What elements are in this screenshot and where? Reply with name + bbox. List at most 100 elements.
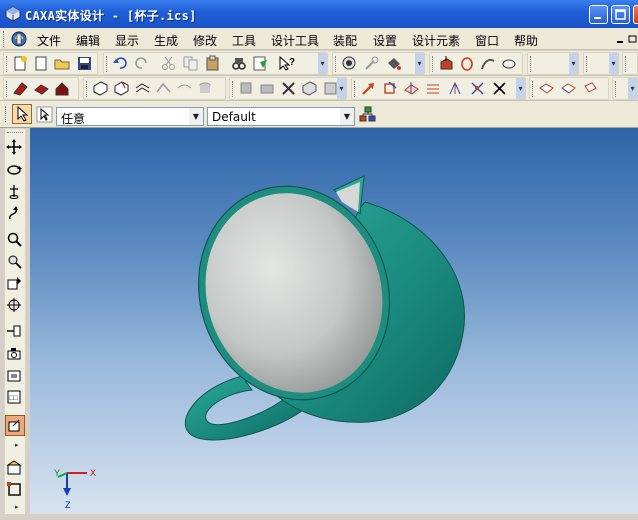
design-viewport[interactable]: Y X Z <box>30 128 638 516</box>
chevron-down-icon[interactable]: ▼ <box>340 108 354 125</box>
toolbar-grip[interactable] <box>232 81 235 97</box>
menu-design-tools[interactable]: 设计工具 <box>271 32 319 49</box>
wedge-solid-icon[interactable] <box>12 80 29 97</box>
menu-help[interactable]: 帮助 <box>514 32 538 49</box>
view-iso-icon[interactable] <box>560 80 577 97</box>
redo-icon[interactable] <box>133 55 150 72</box>
revolve-icon[interactable] <box>459 55 476 72</box>
plane-icon[interactable] <box>403 80 420 97</box>
view-front-icon[interactable] <box>538 80 555 97</box>
face-offset-icon[interactable] <box>259 80 276 97</box>
toolbar-overflow-chevron[interactable]: ▾ <box>318 53 327 74</box>
menu-edit[interactable]: 编辑 <box>76 32 100 49</box>
mdi-restore-icon[interactable] <box>628 34 638 44</box>
toolbar-overflow-chevron[interactable]: ▾ <box>337 78 346 99</box>
toolbar-grip[interactable] <box>432 56 435 72</box>
document-icon[interactable] <box>10 30 28 48</box>
walk-icon[interactable] <box>6 183 23 200</box>
box-edit-icon[interactable] <box>92 80 109 97</box>
copy-icon[interactable] <box>182 55 199 72</box>
shell-icon[interactable] <box>134 80 151 97</box>
close-button[interactable] <box>633 5 638 24</box>
align-icon[interactable] <box>469 80 486 97</box>
menu-tools[interactable]: 工具 <box>232 32 256 49</box>
design-tree-icon[interactable] <box>252 55 269 72</box>
loft-icon[interactable] <box>501 55 518 72</box>
toolbar-overflow-chevron[interactable]: ▾ <box>516 78 525 99</box>
menu-settings[interactable]: 设置 <box>373 32 397 49</box>
chevron-down-icon[interactable]: ▼ <box>189 108 203 125</box>
view-mode-toggle[interactable] <box>5 415 25 436</box>
menu-window[interactable]: 窗口 <box>475 32 499 49</box>
pan-icon[interactable] <box>6 139 23 156</box>
toolbar-grip[interactable] <box>7 132 23 135</box>
menubar-grip[interactable] <box>3 31 6 47</box>
look-at-icon[interactable] <box>6 323 23 340</box>
paste-icon[interactable] <box>204 55 221 72</box>
open-folder-icon[interactable] <box>54 55 71 72</box>
select-filter-icon[interactable] <box>36 106 53 123</box>
sweep-icon[interactable] <box>480 55 497 72</box>
new-file-icon[interactable] <box>33 55 50 72</box>
extrude-icon[interactable] <box>438 55 455 72</box>
toolbar-grip[interactable] <box>6 81 9 97</box>
camera-icon[interactable] <box>6 345 23 362</box>
mdi-minimize-icon[interactable] <box>616 34 626 44</box>
zoom-extents-icon[interactable]: □□ <box>6 389 23 406</box>
toolbar-overflow-chevron[interactable]: ▾ <box>569 53 578 74</box>
house-solid-icon[interactable] <box>54 80 71 97</box>
chamfer-icon[interactable] <box>113 80 130 97</box>
toolbar-grip[interactable] <box>615 81 618 97</box>
cut-icon[interactable] <box>160 55 177 72</box>
menu-file[interactable]: 文件 <box>37 32 61 49</box>
smart-render-icon[interactable] <box>341 55 358 72</box>
save-icon[interactable] <box>76 55 93 72</box>
toolbar-grip[interactable] <box>5 106 8 122</box>
menu-view[interactable]: 显示 <box>115 32 139 49</box>
mirror-icon[interactable] <box>425 80 442 97</box>
tool-wrench-icon[interactable] <box>363 55 380 72</box>
title-bar[interactable]: CAXA实体设计 - [杯子.ics] <box>0 0 638 28</box>
menu-generate[interactable]: 生成 <box>154 32 178 49</box>
undo-icon[interactable] <box>112 55 129 72</box>
toolbar-grip[interactable] <box>335 56 338 72</box>
fillet-icon[interactable] <box>301 80 318 97</box>
toolbar-grip[interactable] <box>586 56 589 72</box>
block-solid-icon[interactable] <box>33 80 50 97</box>
draft-icon[interactable] <box>155 80 172 97</box>
find-icon[interactable] <box>230 55 247 72</box>
pattern-icon[interactable] <box>447 80 464 97</box>
view-point-icon[interactable] <box>6 275 23 292</box>
toolbar-grip[interactable] <box>106 56 109 72</box>
sketch-plane-icon[interactable] <box>6 459 23 476</box>
toolbar-grip[interactable] <box>6 56 9 72</box>
tools-cross-icon[interactable] <box>280 80 297 97</box>
hierarchy-icon[interactable] <box>359 106 376 123</box>
cylinder-icon[interactable] <box>197 80 214 97</box>
constrain-icon[interactable] <box>491 80 508 97</box>
toolbar-overflow-chevron[interactable]: ▸ <box>15 441 19 449</box>
move-arrow-icon[interactable] <box>360 80 377 97</box>
mug-model[interactable]: Y X Z <box>30 128 638 516</box>
toolbar-grip[interactable] <box>532 81 535 97</box>
menu-assembly[interactable]: 装配 <box>333 32 357 49</box>
zoom-icon[interactable] <box>6 231 23 248</box>
style-dropdown[interactable]: Default ▼ <box>207 107 355 126</box>
new-design-icon[interactable] <box>12 55 29 72</box>
menu-modify[interactable]: 修改 <box>193 32 217 49</box>
maximize-button[interactable] <box>611 5 630 24</box>
menu-design-elements[interactable]: 设计元素 <box>412 32 460 49</box>
toolbar-overflow-chevron[interactable]: ▾ <box>415 53 424 74</box>
toolbar-grip[interactable] <box>625 56 628 72</box>
fit-view-icon[interactable] <box>6 367 23 384</box>
view-section-icon[interactable] <box>582 80 599 97</box>
paint-bucket-icon[interactable] <box>385 55 402 72</box>
help-pointer-icon[interactable]: ? <box>278 55 295 72</box>
dynamic-rotate-icon[interactable] <box>6 205 23 222</box>
zoom-window-icon[interactable] <box>6 253 23 270</box>
copy-link-icon[interactable] <box>382 80 399 97</box>
toolbar-grip[interactable] <box>354 81 357 97</box>
toolbar-overflow-chevron[interactable]: ▾ <box>628 78 637 99</box>
target-icon[interactable] <box>6 297 23 314</box>
select-tool-button[interactable] <box>12 104 32 124</box>
